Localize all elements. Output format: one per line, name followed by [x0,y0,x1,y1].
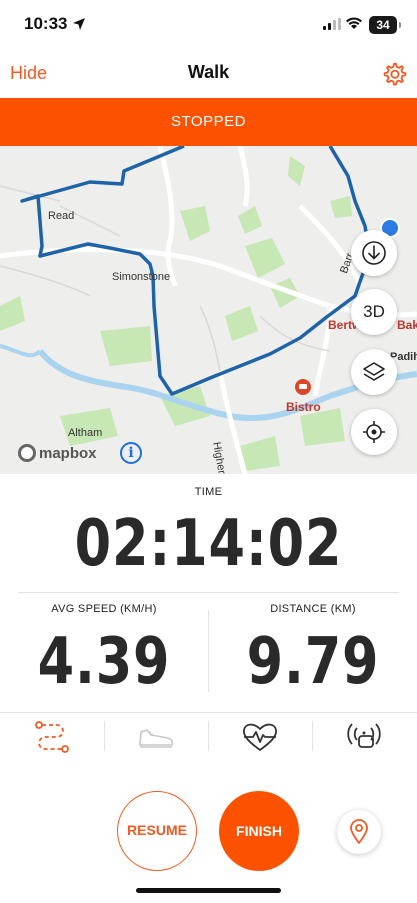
map-label-read: Read [48,210,75,222]
page-title: Walk [187,62,230,82]
stats-vertical-divider [208,610,209,692]
map-label-altham: Altham [68,427,103,439]
layers-icon [363,362,385,381]
download-icon [362,241,386,265]
time-value: 02:14:02 [74,507,343,581]
recenter-button[interactable] [351,409,397,455]
map-label-bak: Bak [397,318,417,332]
gear-icon[interactable] [381,60,409,88]
wifi-icon [346,17,362,29]
route-icon [35,721,69,753]
mapbox-attribution: mapbox [39,444,97,462]
tab-heart-rate[interactable] [208,713,312,761]
map-layers-button[interactable] [351,349,397,395]
three-d-button[interactable]: 3D [351,289,397,335]
finish-button[interactable]: FINISH [219,791,299,871]
map-label-simonstone: Simonstone [112,271,171,283]
distance-label: DISTANCE (KM) [270,603,356,615]
locate-icon [363,421,385,443]
location-pin-icon [350,819,368,844]
nav-bar: Hide Walk [0,50,417,98]
hide-button[interactable]: Hide [10,63,47,84]
sensor-icon [347,723,381,748]
battery-indicator: 34 [369,16,401,34]
map-label-bistro: Bistro [286,400,321,414]
avg-speed-value: 4.39 [37,625,171,699]
time-label: TIME [194,486,223,498]
status-banner: STOPPED [0,98,417,146]
avg-speed-label: AVG SPEED (KM/H) [51,603,157,615]
mapbox-logo-icon [18,444,36,462]
distance-value: 9.79 [246,625,380,699]
shoe-icon [139,729,174,748]
activity-tabs [0,712,417,760]
location-arrow-icon [73,18,85,30]
stats-divider [18,592,399,593]
tab-shoes[interactable] [104,713,208,761]
status-bar: 10:33 34 [0,0,417,50]
home-indicator [136,888,281,893]
cellular-signal-icon [323,18,341,30]
location-pin-button[interactable] [337,810,381,854]
map-info-button[interactable]: i [120,442,142,464]
tab-route[interactable] [0,713,104,761]
tab-sensors[interactable] [312,713,416,761]
download-map-button[interactable] [351,230,397,276]
mapbox-logo: mapbox [18,444,97,462]
battery-level: 34 [376,18,390,32]
status-time: 10:33 [24,14,68,33]
route-map[interactable]: Read Simonstone Altham Higher Sh Bistro … [0,146,417,474]
resume-button[interactable]: RESUME [117,791,197,871]
heart-rate-icon [243,723,277,751]
